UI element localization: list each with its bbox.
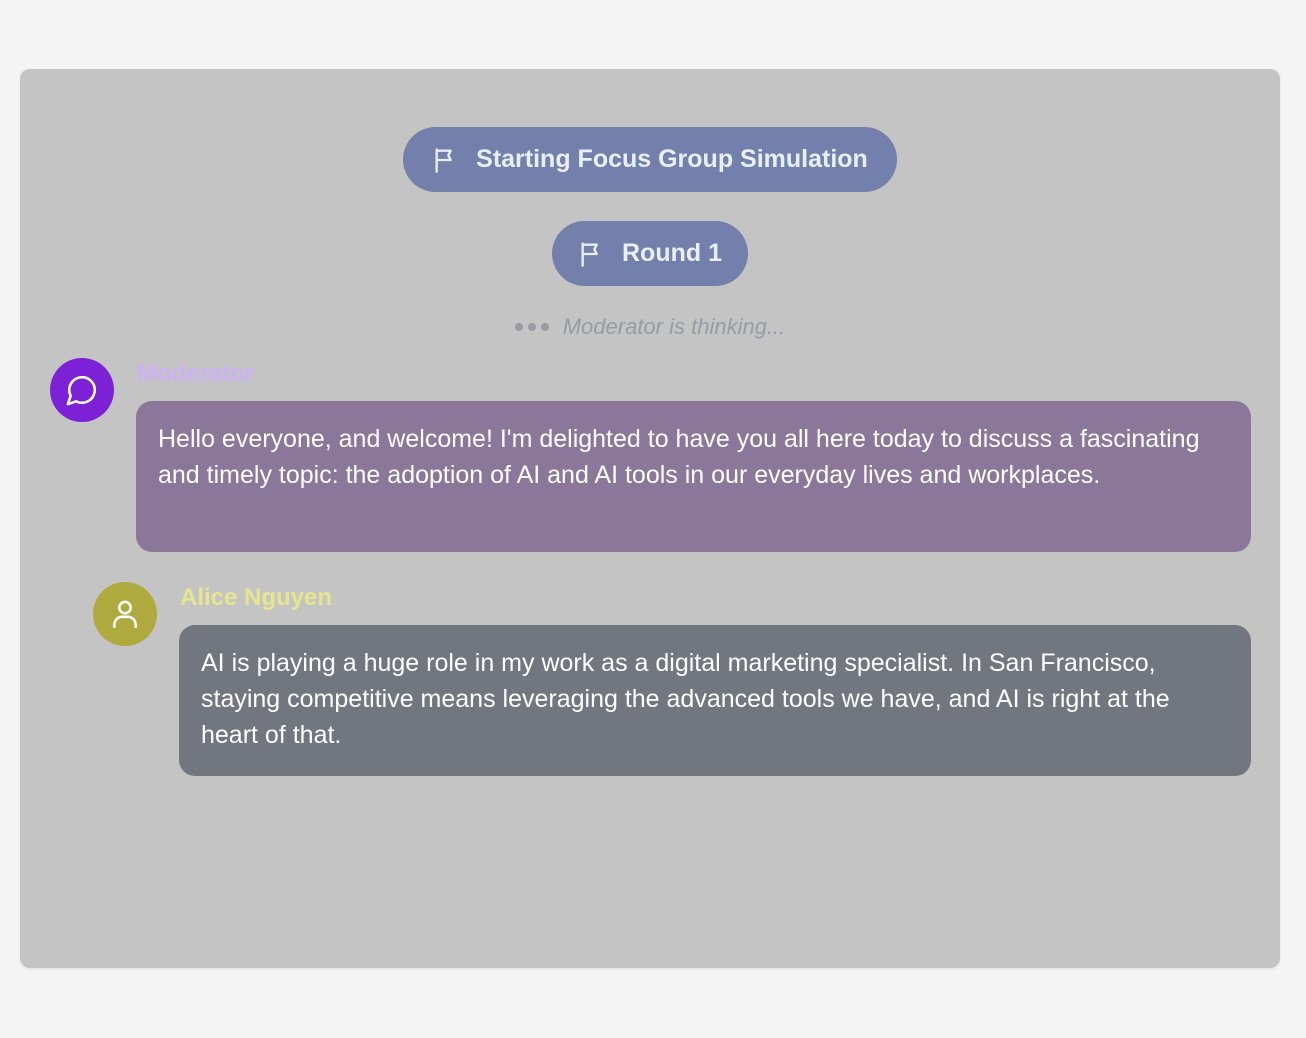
user-icon [108,597,142,631]
moderator-avatar [50,358,114,422]
alice-avatar [93,582,157,646]
simulation-start-label: Starting Focus Group Simulation [476,145,868,173]
alice-message-bubble: AI is playing a huge role in my work as … [179,625,1251,776]
moderator-name: Moderator [137,360,255,387]
typing-dots-icon [514,323,549,331]
round-label: Round 1 [622,239,722,267]
round-banner: Round 1 [552,221,748,286]
chat-bubble-icon [65,373,99,407]
moderator-message-bubble: Hello everyone, and welcome! I'm delight… [136,401,1251,552]
typing-indicator-text: Moderator is thinking... [562,314,786,339]
simulation-start-banner: Starting Focus Group Simulation [403,127,897,192]
flag-icon [578,240,606,268]
chat-panel: Starting Focus Group Simulation Round 1 … [20,69,1280,968]
typing-indicator: Moderator is thinking... [20,314,1280,340]
alice-name: Alice Nguyen [180,584,333,611]
flag-icon [432,146,460,174]
